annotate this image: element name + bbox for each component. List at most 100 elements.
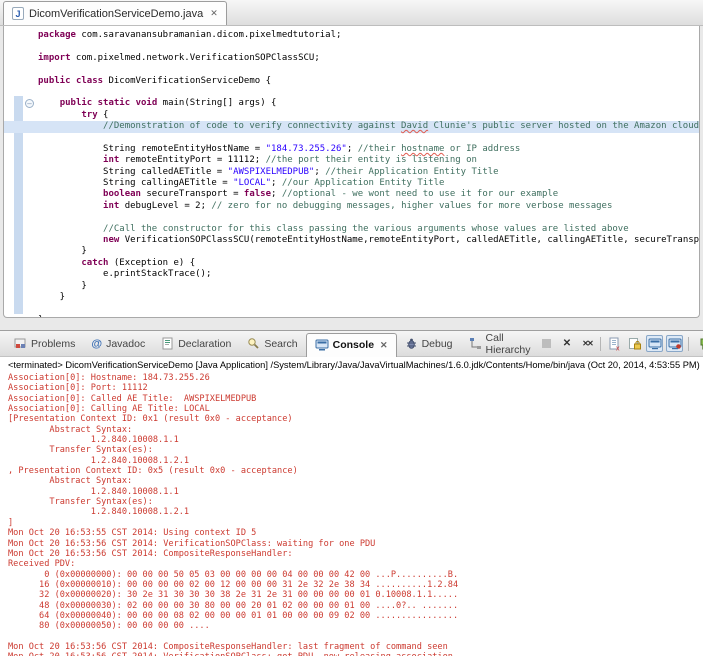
code-line[interactable] [38, 133, 699, 144]
code-token [38, 235, 103, 245]
tab-console[interactable]: Console✕ [306, 333, 397, 357]
code-line[interactable]: int debugLevel = 2; // zero for no debug… [38, 201, 699, 212]
tab-declaration[interactable]: Declaration [153, 331, 239, 356]
code-token: e.printStackTrace(); [38, 269, 211, 279]
view-tab-label: Javadoc [106, 338, 145, 350]
code-line[interactable] [38, 303, 699, 314]
code-line[interactable]: catch (Exception e) { [38, 258, 699, 269]
code-line[interactable] [38, 41, 699, 52]
code-token: DicomVerificationServiceDemo { [103, 76, 271, 86]
code-line[interactable]: String calledAETitle = "AWSPIXELMEDPUB";… [38, 167, 699, 178]
code-line[interactable] [38, 212, 699, 223]
code-token: debugLevel = 2; [119, 201, 211, 211]
tab-javadoc[interactable]: @Javadoc [83, 331, 153, 356]
code-token: //optional - we wont need to use it for … [282, 189, 558, 199]
clear-console-button[interactable]: x [606, 335, 623, 352]
close-icon[interactable]: ✕ [210, 8, 218, 19]
call-hierarchy-icon [469, 337, 482, 350]
remove-all-launches-button[interactable]: ✕✕ [578, 335, 595, 352]
code-token: new [103, 235, 119, 245]
tab-debug[interactable]: Debug [397, 331, 461, 356]
code-token: } [38, 292, 65, 302]
tab-search[interactable]: Search [239, 331, 305, 356]
scroll-lock-button[interactable] [626, 335, 643, 352]
code-token: "AWSPIXELMEDPUB" [228, 167, 315, 177]
view-tab-label: Declaration [178, 338, 231, 350]
toolbar-separator [600, 337, 601, 351]
code-line[interactable]: package com.saravanansubramanian.dicom.p… [38, 30, 699, 41]
code-line[interactable]: } [38, 281, 699, 292]
code-token: // zero for no debugging messages, highe… [211, 201, 612, 211]
code-line[interactable]: } [38, 315, 699, 318]
svg-text:x: x [616, 345, 620, 351]
code-token: Clunie's public server hosted on the Ama… [428, 121, 699, 131]
code-line[interactable]: public class DicomVerificationServiceDem… [38, 76, 699, 87]
show-stderr-button[interactable] [666, 335, 683, 352]
code-token: false [244, 189, 271, 199]
code-token: int [103, 201, 119, 211]
code-token: int [103, 155, 119, 165]
code-token: //our Application Entity Title [282, 178, 445, 188]
terminate-button [538, 335, 555, 352]
code-token: com.saravanansubramanian.dicom.pixelmedt… [76, 30, 342, 40]
code-token: catch [81, 258, 108, 268]
code-token [38, 201, 103, 211]
search-icon [247, 337, 260, 350]
code-line[interactable]: String callingAETitle = "LOCAL"; //our A… [38, 178, 699, 189]
code-token: } [38, 315, 43, 318]
code-token [38, 98, 60, 108]
code-token: "LOCAL" [233, 178, 271, 188]
console-output[interactable]: Association[0]: Hostname: 184.73.255.26 … [0, 372, 703, 656]
code-line[interactable]: } [38, 246, 699, 257]
code-line[interactable]: boolean secureTransport = false; //optio… [38, 189, 699, 200]
code-token: or IP address [444, 144, 520, 154]
eclipse-window: J DicomVerificationServiceDemo.java ✕ – … [0, 0, 703, 656]
pin-console-button[interactable] [694, 335, 703, 352]
declaration-icon [161, 337, 174, 350]
code-token: //the port their entity is listening on [266, 155, 477, 165]
code-line[interactable]: } [38, 292, 699, 303]
remove-launch-button[interactable]: ✕ [558, 335, 575, 352]
editor-tab-title: DicomVerificationServiceDemo.java [29, 8, 203, 20]
tab-call-hierarchy[interactable]: Call Hierarchy [461, 331, 539, 356]
code-line[interactable] [38, 87, 699, 98]
code-token: ; [347, 144, 358, 154]
tab-problems[interactable]: Problems [6, 331, 83, 356]
code-token: ; [314, 167, 325, 177]
debug-icon [405, 337, 418, 350]
code-token: boolean [103, 189, 141, 199]
editor-tab-bar: J DicomVerificationServiceDemo.java ✕ [0, 0, 703, 26]
code-token: void [136, 98, 158, 108]
code-token: String remoteEntityHostName = [38, 144, 266, 154]
java-file-icon: J [12, 7, 24, 20]
code-area[interactable]: package com.saravanansubramanian.dicom.p… [38, 30, 699, 318]
code-token [38, 110, 81, 120]
code-line[interactable] [38, 64, 699, 75]
code-line[interactable]: //Call the constructor for this class pa… [38, 224, 699, 235]
code-line[interactable]: import com.pixelmed.network.Verification… [38, 53, 699, 64]
collapse-icon[interactable]: – [25, 99, 34, 108]
code-token: //their Application Entity Title [325, 167, 498, 177]
code-line[interactable]: new VerificationSOPClassSCU(remoteEntity… [38, 235, 699, 246]
code-token: (Exception e) { [108, 258, 195, 268]
code-token: com.pixelmed.network.VerificationSOPClas… [71, 53, 320, 63]
console-panel: Problems@Javadoc Declaration Search Console… [0, 330, 703, 656]
code-line[interactable]: public static void main(String[] args) { [38, 98, 699, 109]
close-icon[interactable]: ✕ [380, 340, 388, 351]
view-tab-label: Search [264, 338, 297, 350]
code-line[interactable]: int remoteEntityPort = 11112; //the port… [38, 155, 699, 166]
code-line[interactable]: try { [38, 110, 699, 121]
view-tab-label: Debug [422, 338, 453, 350]
code-line[interactable]: String remoteEntityHostName = "184.73.25… [38, 144, 699, 155]
code-token: public [60, 98, 93, 108]
spell-error-word: David [401, 121, 428, 131]
code-token: static [98, 98, 131, 108]
toolbar-separator [688, 337, 689, 351]
code-line-highlighted[interactable]: //Demonstration of code to verify connec… [4, 121, 699, 132]
code-token: try [81, 110, 97, 120]
show-stdout-button[interactable] [646, 335, 663, 352]
editor-tab[interactable]: J DicomVerificationServiceDemo.java ✕ [3, 1, 227, 25]
editor-area: J DicomVerificationServiceDemo.java ✕ – … [0, 0, 703, 322]
code-token: ; [271, 178, 282, 188]
code-line[interactable]: e.printStackTrace(); [38, 269, 699, 280]
